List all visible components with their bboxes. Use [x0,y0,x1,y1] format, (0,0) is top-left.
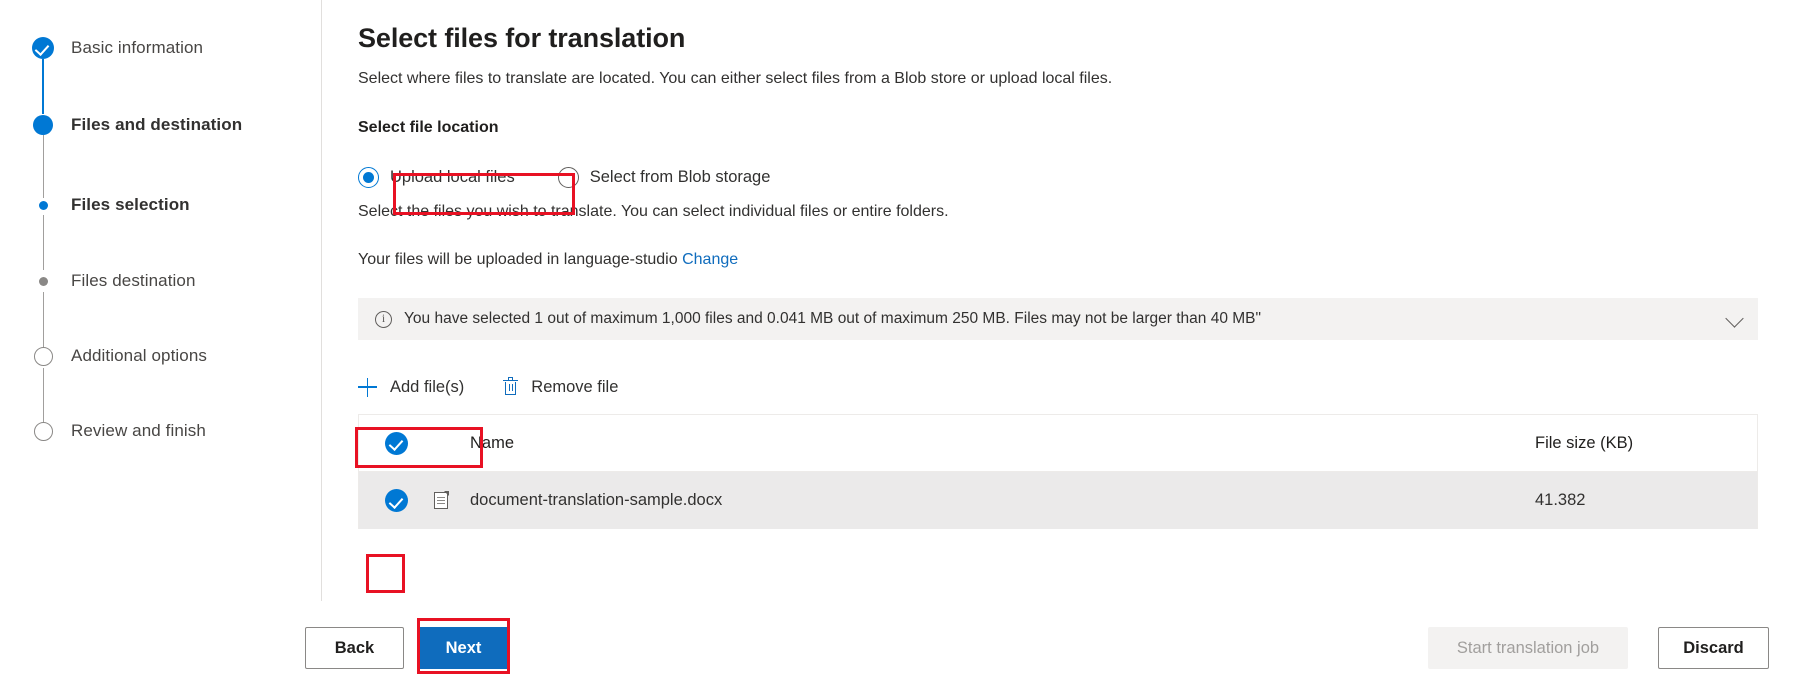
main-content: Select files for translation Select wher… [322,0,1795,694]
sidebar-item-additional-options[interactable]: Additional options [0,345,207,367]
step-connector-5 [42,368,44,425]
small-grey-dot-icon [32,270,54,292]
file-location-label: Select file location [358,119,499,136]
radio-unselected-icon [557,166,579,188]
sidebar-item-label: Basic information [71,38,204,57]
check-circle-icon [32,37,54,59]
radio-label: Upload local files [390,167,515,186]
wizard-footer: Back Next Start translation job Discard [0,601,1795,694]
page-title: Select files for translation [358,23,686,53]
add-files-label: Add file(s) [390,377,465,396]
step-connector-1 [42,59,44,114]
discard-button[interactable]: Discard [1658,627,1769,669]
file-command-bar: Add file(s) Remove file [358,370,618,404]
info-icon [375,310,392,328]
radio-label: Select from Blob storage [589,167,771,186]
radio-selected-icon [358,166,379,188]
select-all-checkbox[interactable] [359,431,434,455]
step-connector-3 [42,215,44,270]
empty-circle-icon [32,345,54,367]
sidebar-item-label: Files selection [71,195,190,214]
file-location-radio-group: Upload local files Select from Blob stor… [358,162,770,192]
sidebar-item-label: Files destination [71,271,196,290]
back-button[interactable]: Back [305,627,404,669]
add-files-button[interactable]: Add file(s) [358,370,464,404]
trash-icon [503,376,519,396]
column-header-file-size[interactable]: File size (KB) [1535,434,1757,453]
change-link[interactable]: Change [682,251,738,268]
sidebar-item-label: Review and finish [71,421,206,440]
sidebar-item-review-and-finish[interactable]: Review and finish [0,420,206,442]
file-selection-description: Select the files you wish to translate. … [358,203,949,220]
chevron-down-icon[interactable] [1725,309,1744,328]
sidebar-item-files-destination[interactable]: Files destination [0,270,196,292]
step-connector-2 [42,135,44,198]
table-row[interactable]: document-translation-sample.docx 41.382 [359,472,1757,529]
sidebar-item-label: Files and destination [71,115,243,134]
sidebar-item-label: Additional options [71,346,208,365]
document-translation-wizard: Basic information Files and destination … [0,0,1795,694]
checkmark-circle-icon [385,489,408,512]
remove-file-label: Remove file [531,377,619,396]
file-size: 41.382 [1535,491,1586,509]
small-blue-dot-icon [32,194,54,216]
sidebar-item-files-and-destination[interactable]: Files and destination [0,114,242,136]
upload-destination-text: Your files will be uploaded in language-… [358,251,678,268]
upload-destination-line: Your files will be uploaded in language-… [358,251,738,269]
info-message-bar: You have selected 1 out of maximum 1,000… [358,298,1758,340]
plus-icon [358,377,377,397]
sidebar-item-basic-information[interactable]: Basic information [0,37,203,59]
sidebar-item-files-selection[interactable]: Files selection [0,194,190,216]
column-header-name[interactable]: Name [470,434,1535,453]
row-checkbox[interactable] [359,489,434,512]
radio-upload-local-files[interactable]: Upload local files [358,162,515,192]
info-message-text: You have selected 1 out of maximum 1,000… [404,310,1262,327]
page-description: Select where files to translate are loca… [358,70,1113,87]
wizard-steps-sidebar: Basic information Files and destination … [0,0,322,694]
document-file-icon [434,491,470,509]
step-connector-4 [42,292,44,347]
filled-circle-icon [32,114,54,136]
start-translation-job-button[interactable]: Start translation job [1428,627,1628,669]
file-name: document-translation-sample.docx [470,491,723,509]
table-header-row: Name File size (KB) [359,415,1757,472]
empty-circle-icon [32,420,54,442]
checkmark-circle-icon [385,431,408,455]
radio-select-from-blob-storage[interactable]: Select from Blob storage [557,162,771,192]
files-table: Name File size (KB) document-translation… [358,414,1758,529]
remove-file-button[interactable]: Remove file [503,370,618,404]
next-button[interactable]: Next [417,627,510,669]
